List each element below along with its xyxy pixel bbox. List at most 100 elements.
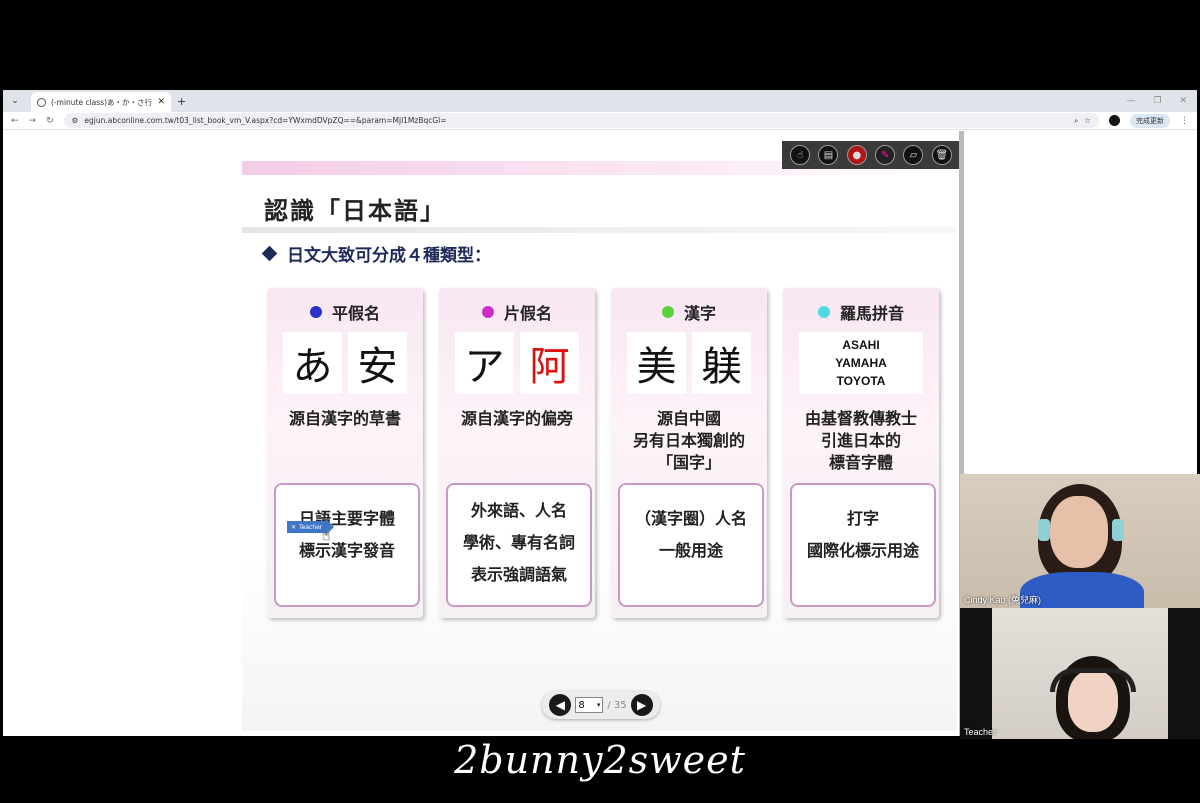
card-heading-text: 羅馬拼音 <box>839 304 904 323</box>
glyph: あ <box>283 332 342 394</box>
glyph: 安 <box>348 332 407 394</box>
blue-dot-icon <box>309 306 322 318</box>
card-heading-text: 片假名 <box>503 304 552 323</box>
headphone-icon <box>1112 519 1124 541</box>
romaji-word: TOYOTA <box>836 374 886 388</box>
tab-title: (-minute class)あ・か・さ行 <box>51 97 153 107</box>
address-bar[interactable]: ⚙ egjun.abconline.com.tw/t03_list_book_v… <box>63 113 1099 128</box>
card-heading: 平假名 <box>267 300 423 324</box>
tab-bar: ⌄ (-minute class)あ・か・さ行 ✕ + — ❐ ✕ <box>3 90 1197 112</box>
origin-text: 源自漢字的草書 <box>267 408 423 430</box>
page-total: / 35 <box>607 699 627 711</box>
origin-line: 引進日本的 <box>820 431 901 450</box>
usage-line: 表示強調語氣 <box>470 565 567 584</box>
site-info-icon[interactable]: ⚙ <box>72 116 79 125</box>
new-tab-button[interactable]: + <box>177 95 186 108</box>
participant-video <box>992 608 1168 739</box>
usage-line: 國際化標示用途 <box>806 541 919 560</box>
hand-cursor-icon: ☝ <box>322 528 331 544</box>
video-tile-teacher[interactable]: Teacher <box>960 608 1200 739</box>
teacher-tag-label: Teacher <box>299 523 323 531</box>
magenta-dot-icon <box>481 306 494 318</box>
pointer-tool-icon[interactable]: ☝ <box>790 145 811 165</box>
whiteboard-toolbar: ☝ ▤ ● ✎ ▱ 🗑 <box>782 141 960 169</box>
globe-icon <box>37 97 46 107</box>
origin-line: 源自漢字的草書 <box>288 409 401 428</box>
romaji-samples: ASAHI YAMAHA TOYOTA <box>799 332 923 394</box>
glyph-samples: あ 安 <box>283 332 407 394</box>
update-button[interactable]: 完成更新 <box>1130 113 1170 128</box>
minimize-icon[interactable]: — <box>1126 96 1135 106</box>
slide-subtitle: 日文大致可分成４種類型： <box>261 241 491 266</box>
url-text: egjun.abconline.com.tw/t03_list_book_vm_… <box>84 116 447 125</box>
participant-face <box>1050 496 1108 568</box>
usage-box: 日語主要字體 標示漢字發音 <box>274 483 420 607</box>
tab-close-icon[interactable]: ✕ <box>157 97 165 107</box>
page-current: 8 <box>578 699 585 711</box>
video-tile-student[interactable]: Cindy Kao (兔兒麻) <box>960 474 1200 608</box>
card-heading: 羅馬拼音 <box>783 300 939 324</box>
teacher-pointer-tag: ✕ Teacher <box>287 519 335 535</box>
origin-text: 源自中國 另有日本獨創的 「国字」 <box>611 408 767 474</box>
lesson-slide: 認識「日本語」 日文大致可分成４種類型： 平假名 あ 安 源自漢字的草書 日語主… <box>242 161 957 731</box>
green-dot-icon <box>661 306 674 318</box>
card-heading: 漢字 <box>611 300 767 324</box>
headphone-icon <box>1050 668 1136 692</box>
restore-icon[interactable]: ❐ <box>1153 96 1161 106</box>
trash-tool-icon[interactable]: 🗑 <box>931 145 952 165</box>
close-window-icon[interactable]: ✕ <box>1179 96 1187 106</box>
card-heading-text: 平假名 <box>331 304 380 323</box>
menu-dots-icon[interactable]: ⋮ <box>1180 116 1189 126</box>
watermark-logo: 2bunny2sweet <box>454 738 746 782</box>
glyph: 阿 <box>520 332 579 394</box>
next-page-button[interactable]: ▶ <box>630 694 653 716</box>
origin-text: 源自漢字的偏旁 <box>439 408 595 430</box>
romaji-word: ASAHI <box>842 338 880 352</box>
back-icon[interactable]: ← <box>11 116 19 126</box>
reload-icon[interactable]: ↻ <box>46 116 54 126</box>
prev-page-button[interactable]: ◀ <box>549 694 572 716</box>
tab-search-icon[interactable]: ⌄ <box>7 93 23 109</box>
usage-line: 打字 <box>846 509 879 528</box>
origin-line: 源自中國 <box>656 409 721 428</box>
pen-tool-icon[interactable]: ✎ <box>875 145 896 165</box>
glyph-samples: 美 躾 <box>627 332 751 394</box>
subtitle-text: 日文大致可分成４種類型： <box>287 246 491 266</box>
glyph-samples: ア 阿 <box>455 332 579 394</box>
usage-box: 打字 國際化標示用途 <box>790 483 936 607</box>
record-tool-icon[interactable]: ● <box>846 145 867 165</box>
card-hiragana: 平假名 あ 安 源自漢字的草書 日語主要字體 標示漢字發音 ✕ Teacher … <box>267 288 423 618</box>
slide-pager: ◀ 8 ▾ / 35 ▶ <box>542 691 660 719</box>
profile-avatar[interactable] <box>1109 115 1120 126</box>
participant-name: Cindy Kao (兔兒麻) <box>964 595 1042 605</box>
forward-icon[interactable]: → <box>29 116 37 126</box>
slide-title: 認識「日本語」 <box>264 197 446 225</box>
notepad-tool-icon[interactable]: ▤ <box>818 145 839 165</box>
bookmark-star-icon[interactable]: ☆ <box>1084 116 1091 125</box>
cyan-dot-icon <box>817 306 830 318</box>
card-heading-text: 漢字 <box>683 304 716 323</box>
card-katakana: 片假名 ア 阿 源自漢字的偏旁 外來語、人名 學術、專有名詞 表示強調語氣 <box>439 288 595 618</box>
glyph: 美 <box>627 332 686 394</box>
usage-line: （漢字圈）人名 <box>634 509 747 528</box>
origin-line: 「国字」 <box>656 453 721 472</box>
usage-box: （漢字圈）人名 一般用途 <box>618 483 764 607</box>
close-icon[interactable]: ✕ <box>291 524 296 531</box>
zoom-icon[interactable]: ⌕ <box>1074 116 1078 126</box>
browser-tab[interactable]: (-minute class)あ・か・さ行 ✕ <box>31 92 171 112</box>
usage-line: 一般用途 <box>658 541 723 560</box>
chevron-down-icon: ▾ <box>596 701 601 709</box>
diamond-bullet-icon <box>261 245 278 262</box>
window-controls: — ❐ ✕ <box>1126 96 1197 106</box>
glyph: ア <box>455 332 514 394</box>
participant-name: Teacher <box>964 727 997 737</box>
title-divider <box>242 227 957 233</box>
card-romaji: 羅馬拼音 ASAHI YAMAHA TOYOTA 由基督教傳教士 引進日本的 標… <box>783 288 939 618</box>
card-kanji: 漢字 美 躾 源自中國 另有日本獨創的 「国字」 （漢字圈）人名 一般用途 <box>611 288 767 618</box>
headphone-icon <box>1038 519 1050 541</box>
screen: ⌄ (-minute class)あ・か・さ行 ✕ + — ❐ ✕ ← → ↻ … <box>0 0 1200 803</box>
eraser-tool-icon[interactable]: ▱ <box>903 145 924 165</box>
page-select[interactable]: 8 ▾ <box>575 697 604 713</box>
origin-line: 標音字體 <box>828 453 893 472</box>
address-bar-row: ← → ↻ ⚙ egjun.abconline.com.tw/t03_list_… <box>3 112 1197 130</box>
